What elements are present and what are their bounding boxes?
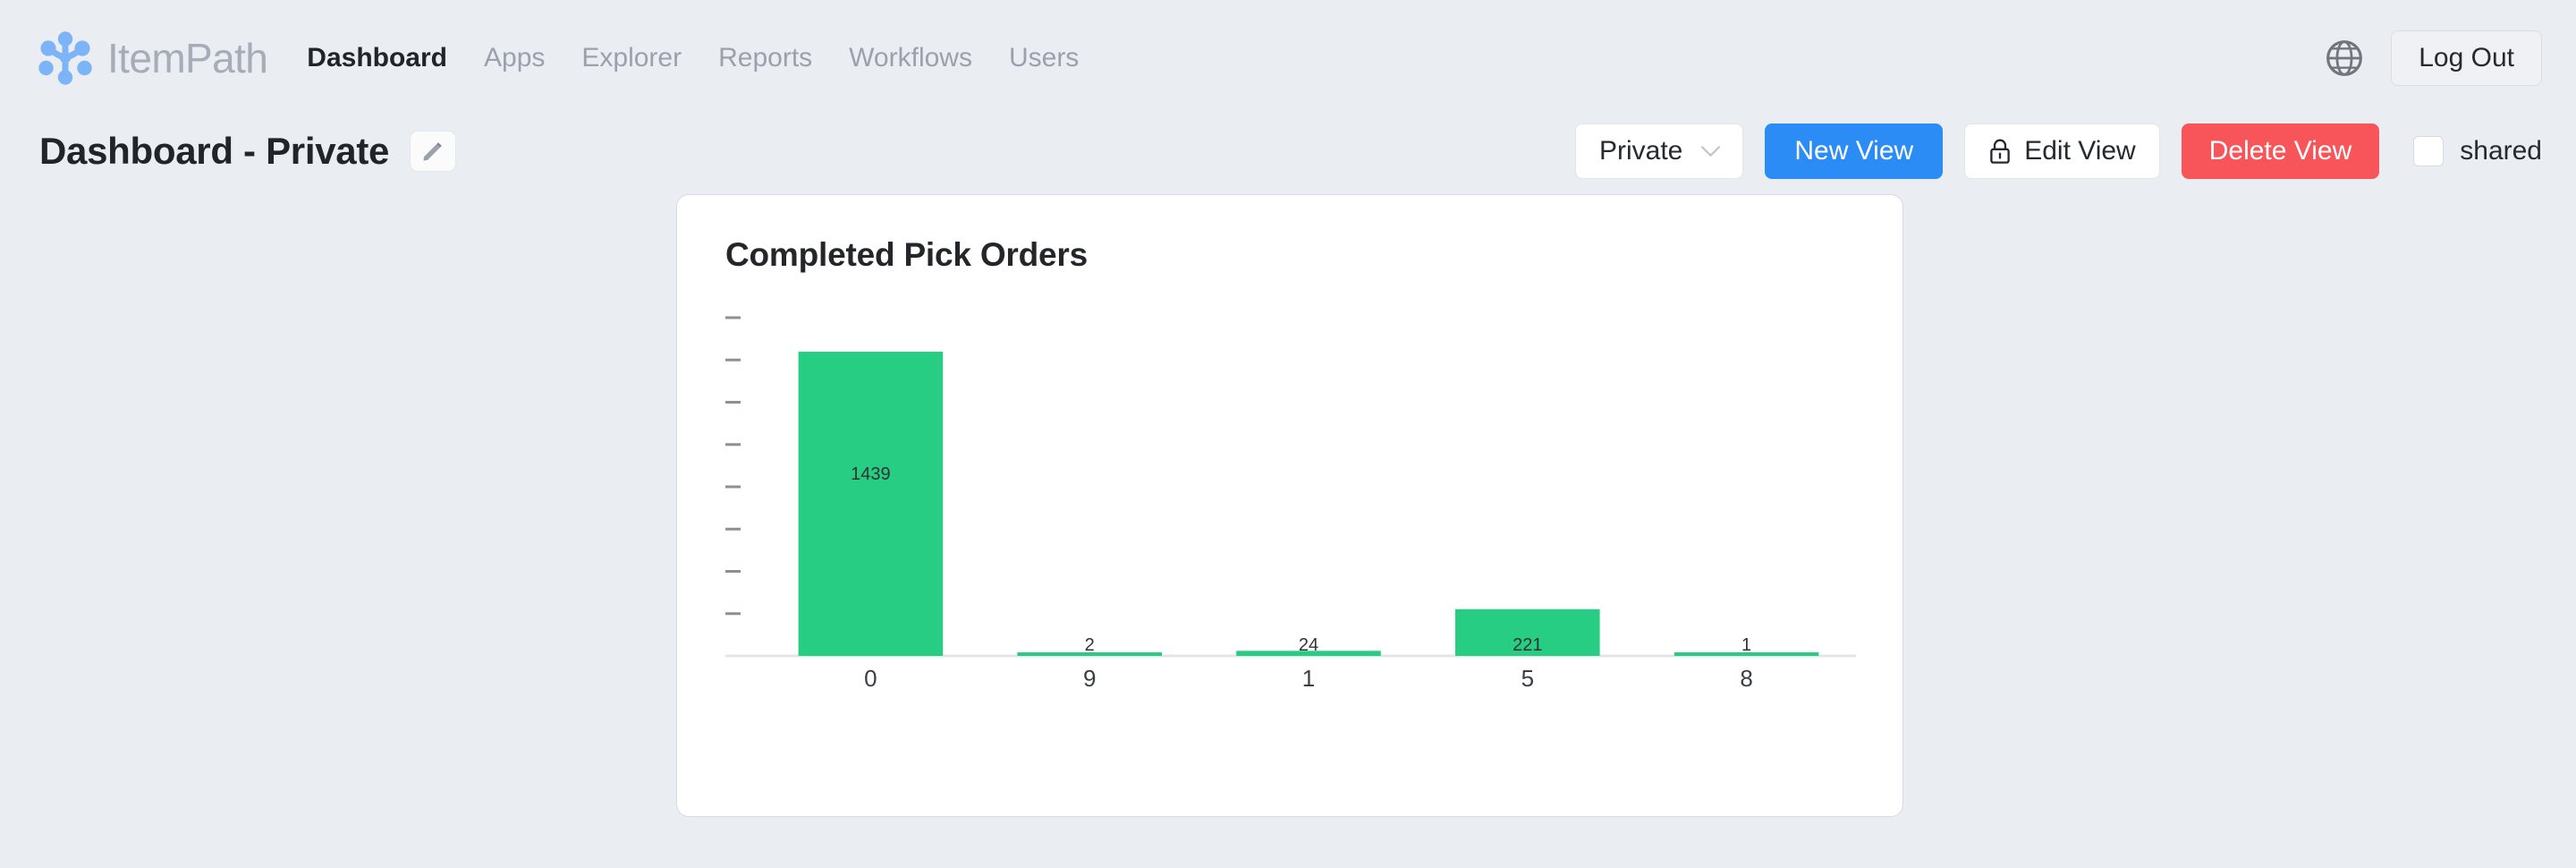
x-axis-tick-label: 9 bbox=[1083, 665, 1096, 692]
edit-dashboard-name-button[interactable] bbox=[410, 131, 457, 172]
nav-link-dashboard[interactable]: Dashboard bbox=[307, 45, 447, 72]
shared-checkbox[interactable] bbox=[2413, 136, 2445, 166]
bar-chart-canvas: 1439 0 2 9 24 1 221 5 1 8 bbox=[725, 316, 1856, 692]
log-out-button[interactable]: Log Out bbox=[2391, 30, 2542, 87]
x-axis-tick-label: 0 bbox=[864, 665, 877, 692]
edit-view-button[interactable]: Edit View bbox=[1964, 123, 2160, 179]
chart-widget-card: Completed Pick Orders 1439 0 2 9 24 1 221 5 1 8 bbox=[676, 194, 1903, 817]
top-navigation-bar: ItemPath Dashboard Apps Explorer Reports… bbox=[0, 0, 2576, 116]
bar-value-label: 221 bbox=[1513, 635, 1542, 655]
brand-name: ItemPath bbox=[107, 35, 268, 81]
chevron-down-icon bbox=[1701, 146, 1721, 157]
bar-value-label: 24 bbox=[1299, 635, 1318, 655]
nav-link-users[interactable]: Users bbox=[1009, 45, 1079, 72]
itempath-nodes-logo-icon bbox=[38, 31, 92, 85]
brand-logo-link[interactable]: ItemPath bbox=[38, 30, 268, 86]
view-actions-toolbar: Private New View Edit View Delete View s… bbox=[1574, 123, 2542, 179]
new-view-button[interactable]: New View bbox=[1765, 123, 1944, 179]
bar-value-label: 1439 bbox=[851, 464, 891, 484]
nav-link-apps[interactable]: Apps bbox=[484, 45, 545, 72]
chart-title: Completed Pick Orders bbox=[725, 236, 1088, 273]
primary-nav-links: Dashboard Apps Explorer Reports Workflow… bbox=[307, 45, 1079, 72]
dashboard-content: Completed Pick Orders 1439 0 2 9 24 1 221 5 1 8 bbox=[0, 186, 2576, 817]
nav-link-explorer[interactable]: Explorer bbox=[581, 45, 682, 72]
bar-value-label: 2 bbox=[1085, 635, 1095, 655]
completed-pick-orders-bar-chart[interactable]: 1439 0 2 9 24 1 221 5 1 8 bbox=[725, 309, 1856, 738]
nav-link-workflows[interactable]: Workflows bbox=[849, 45, 972, 72]
shared-checkbox-group[interactable]: shared bbox=[2413, 136, 2542, 166]
x-axis-tick-label: 1 bbox=[1302, 665, 1315, 692]
globe-icon[interactable] bbox=[2325, 38, 2364, 78]
view-visibility-select[interactable]: Private bbox=[1574, 123, 1744, 179]
page-title: Dashboard - Private bbox=[39, 130, 390, 172]
pencil-icon bbox=[423, 142, 442, 161]
delete-view-button[interactable]: Delete View bbox=[2181, 123, 2380, 179]
bar-value-label: 1 bbox=[1741, 635, 1751, 655]
nav-link-reports[interactable]: Reports bbox=[718, 45, 812, 72]
edit-view-label: Edit View bbox=[2024, 136, 2136, 166]
view-visibility-value: Private bbox=[1598, 136, 1683, 166]
lock-icon bbox=[1990, 139, 2010, 164]
top-nav-right-actions: Log Out bbox=[2325, 30, 2542, 87]
page-title-bar: Dashboard - Private Private New View Edi… bbox=[0, 116, 2576, 186]
x-axis-tick-label: 5 bbox=[1521, 665, 1534, 692]
x-axis-tick-label: 8 bbox=[1740, 665, 1752, 692]
shared-checkbox-label: shared bbox=[2460, 136, 2542, 166]
bar-0[interactable] bbox=[798, 352, 944, 656]
